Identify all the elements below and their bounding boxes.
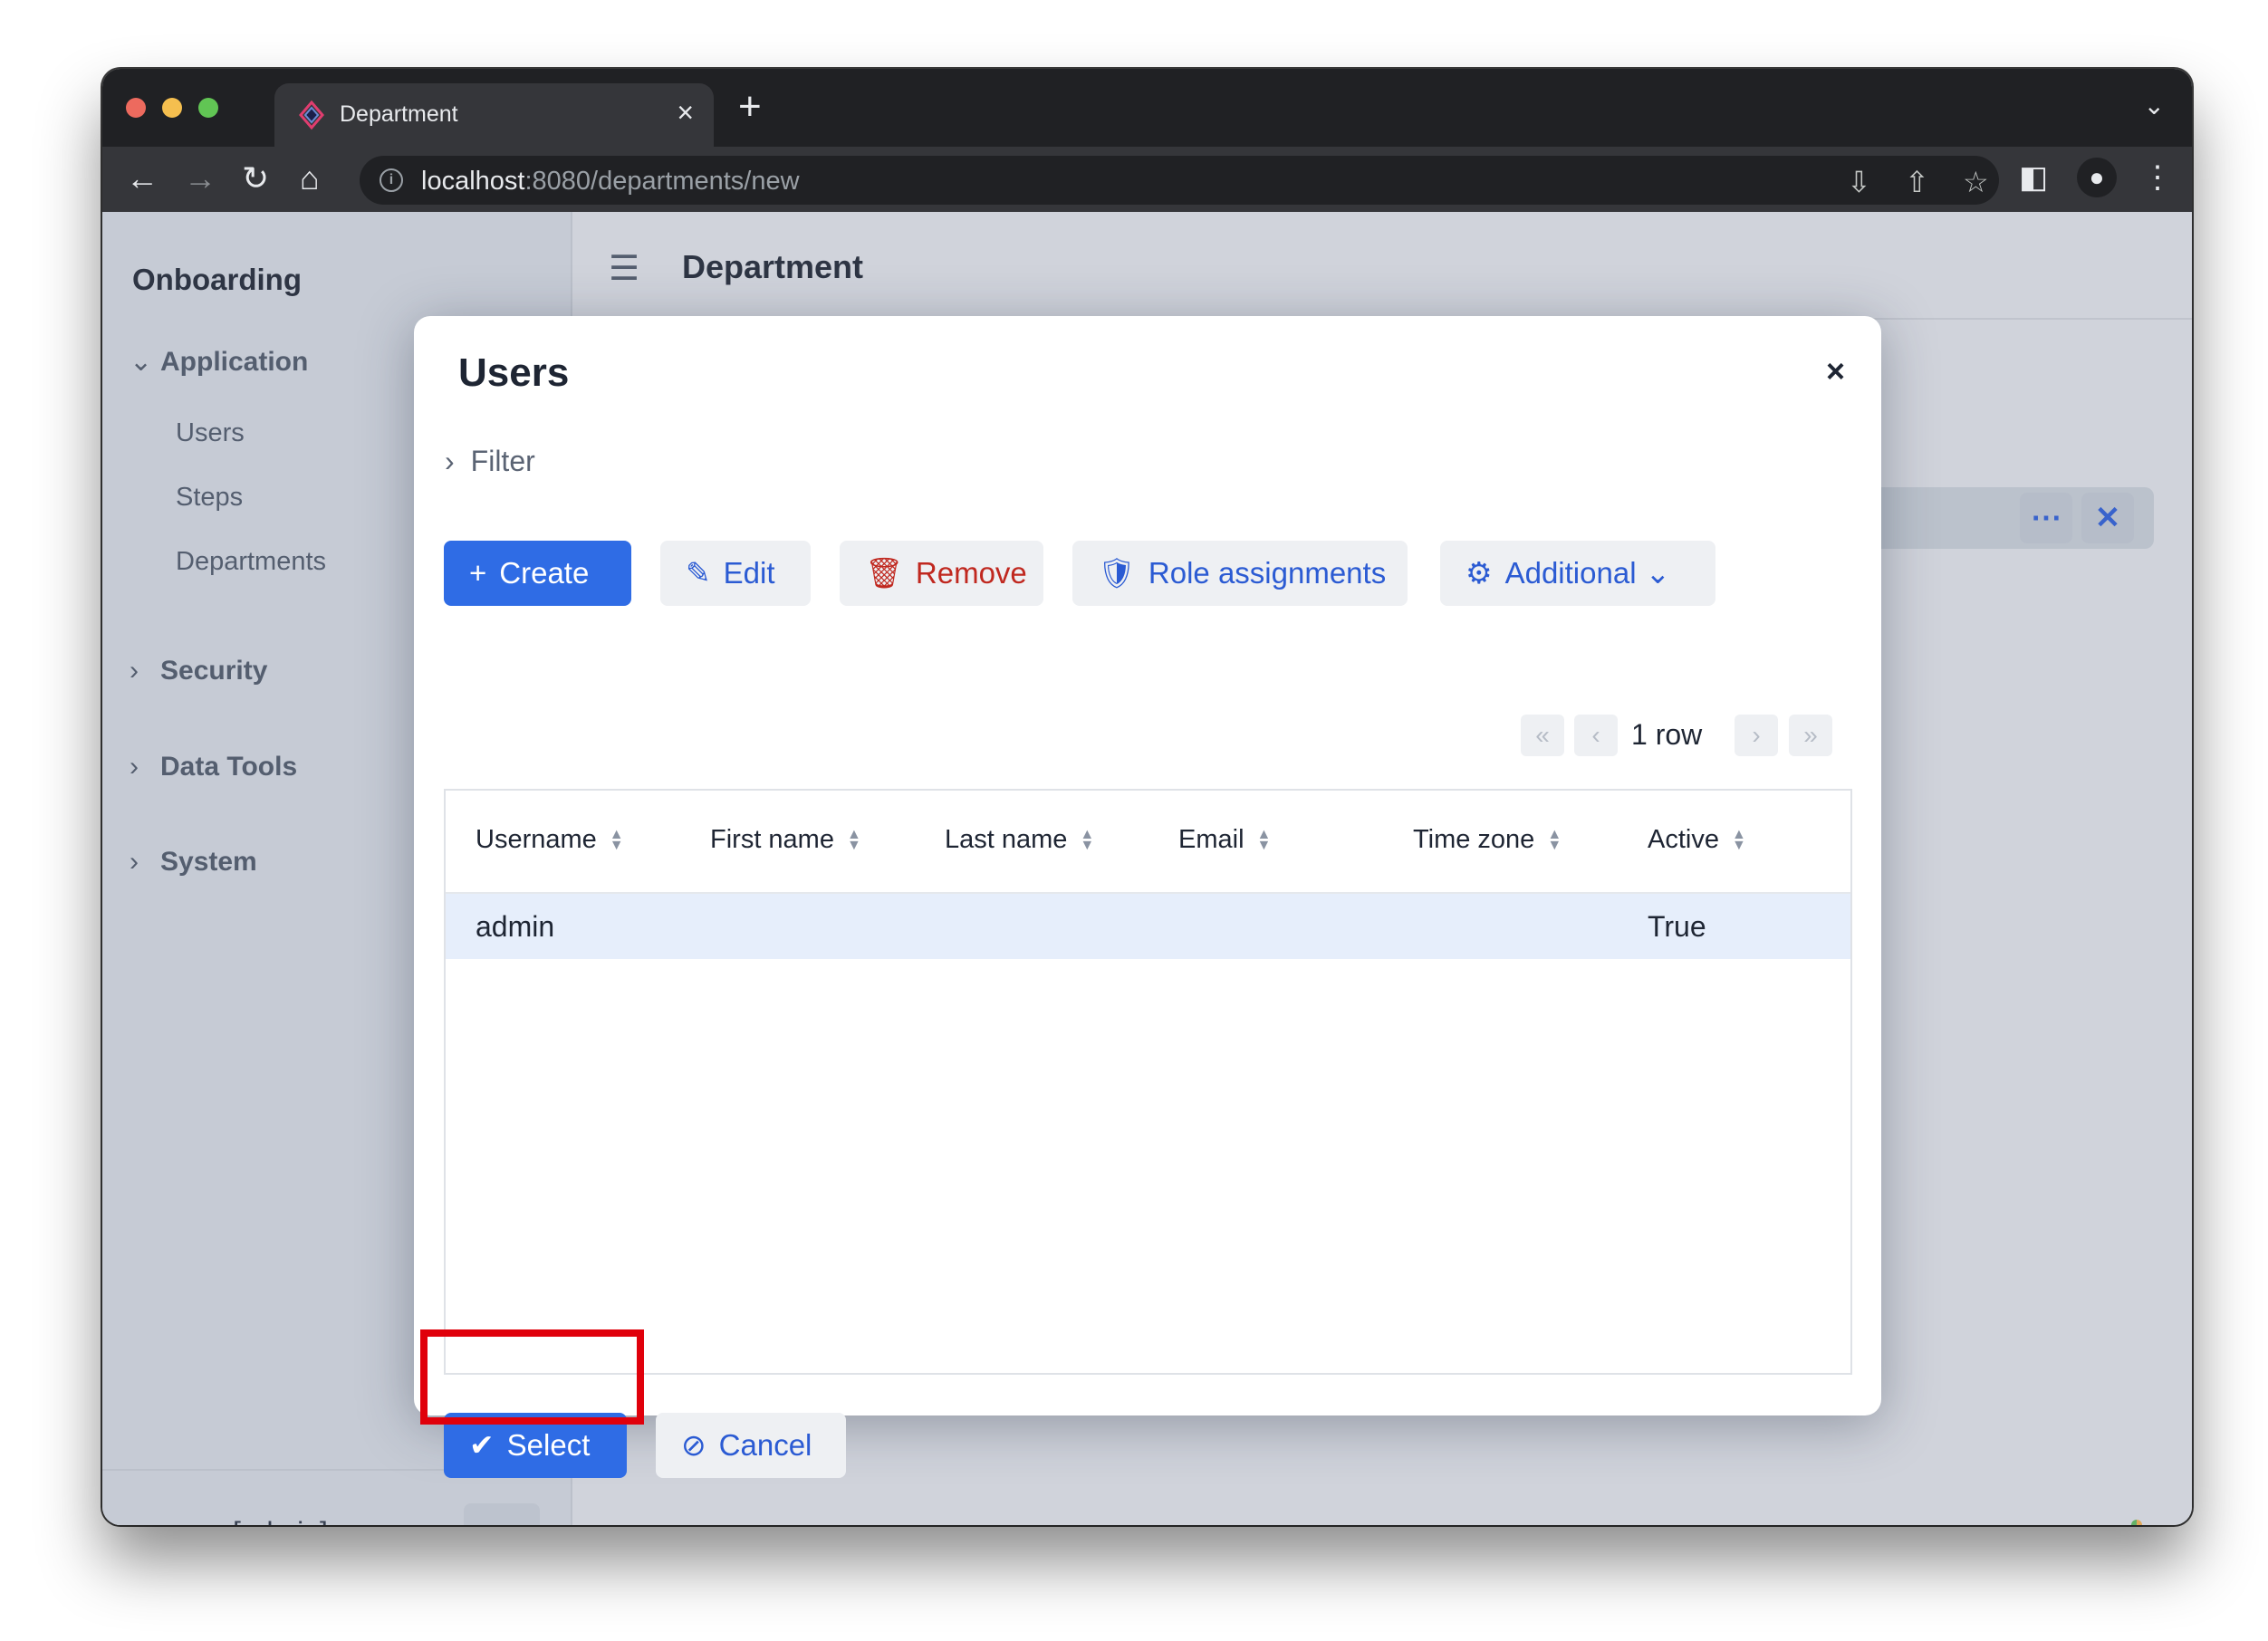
row-count-label: 1 row: [1631, 718, 1703, 751]
column-label: Active: [1648, 825, 1719, 854]
column-header-time-zone[interactable]: Time zone ▲ ▼: [1413, 825, 1562, 855]
forward-icon[interactable]: →: [184, 159, 216, 197]
users-dialog: Users × › Filter + Create ✎ Edit 🗑 Remove 🛡 R…: [414, 316, 1881, 1478]
create-label: Create: [499, 556, 590, 590]
column-header-first-name[interactable]: First name ▲ ▼: [710, 825, 861, 855]
menu-kebab-icon[interactable]: ⋮: [2142, 159, 2173, 196]
column-label: Email: [1178, 825, 1245, 854]
sort-icon[interactable]: ▲ ▼: [1257, 828, 1272, 853]
first-page-button[interactable]: «: [1521, 715, 1564, 756]
profile-icon[interactable]: ●: [2077, 158, 2117, 197]
install-icon[interactable]: ⇩: [1847, 165, 1871, 199]
cell-active: True: [1648, 910, 1706, 943]
browser-tab[interactable]: Department ×: [274, 83, 714, 147]
column-label: Time zone: [1413, 825, 1535, 854]
app-favicon-icon: [299, 100, 324, 130]
column-label: Username: [476, 825, 597, 854]
remove-label: Remove: [915, 556, 1027, 590]
sort-icon[interactable]: ▲ ▼: [610, 828, 624, 853]
reload-icon[interactable]: ↻: [242, 159, 269, 197]
home-icon[interactable]: ⌂: [300, 159, 320, 197]
shield-icon: 🛡: [1098, 556, 1136, 590]
share-icon[interactable]: ⇧: [1905, 165, 1929, 199]
trash-icon: 🗑: [865, 556, 903, 590]
chevron-right-icon: ›: [445, 445, 455, 477]
column-label: Last name: [945, 825, 1068, 854]
sort-icon[interactable]: ▲ ▼: [1080, 828, 1094, 853]
chevron-down-icon: ⌄: [1645, 556, 1671, 590]
checkmark-icon: ✔: [469, 1428, 495, 1462]
edit-button[interactable]: ✎ Edit: [660, 541, 811, 606]
sort-icon[interactable]: ▲ ▼: [1547, 828, 1562, 853]
plus-icon: +: [469, 556, 487, 590]
additional-dropdown-button[interactable]: ⚙ Additional ⌄: [1440, 541, 1715, 606]
table-row[interactable]: admin True: [446, 894, 1850, 959]
filter-toggle[interactable]: › Filter: [445, 445, 535, 478]
tab-list-chevron-icon[interactable]: ⌄: [2144, 91, 2165, 120]
role-assignments-label: Role assignments: [1148, 556, 1387, 590]
side-panel-icon[interactable]: ◧: [2019, 159, 2048, 196]
additional-label: Additional: [1504, 556, 1637, 590]
column-header-active[interactable]: Active ▲ ▼: [1648, 825, 1746, 855]
cancel-button[interactable]: ⊘ Cancel: [656, 1413, 846, 1478]
url-host: localhost: [421, 167, 525, 196]
select-label: Select: [506, 1428, 591, 1462]
url-input[interactable]: i localhost:8080/departments/new ⇩ ⇧ ☆: [360, 156, 1999, 205]
remove-button[interactable]: 🗑 Remove: [840, 541, 1043, 606]
tab-close-icon[interactable]: ×: [677, 96, 694, 130]
sort-icon[interactable]: ▲ ▼: [847, 828, 861, 853]
maximize-window-button[interactable]: [198, 98, 218, 118]
filter-label: Filter: [470, 445, 535, 477]
column-header-last-name[interactable]: Last name ▲ ▼: [945, 825, 1094, 855]
address-bar: ← → ↻ ⌂ i localhost:8080/departments/new…: [102, 147, 2192, 212]
url-path: :8080/departments/new: [524, 167, 800, 196]
browser-window: Department × + ⌄ ← → ↻ ⌂ i localhost:808…: [102, 69, 2192, 1525]
next-page-button[interactable]: ›: [1735, 715, 1778, 756]
sort-icon[interactable]: ▲ ▼: [1732, 828, 1746, 853]
ban-icon: ⊘: [681, 1428, 706, 1462]
tab-title: Department: [340, 101, 458, 127]
cancel-label: Cancel: [718, 1428, 812, 1462]
minimize-window-button[interactable]: [162, 98, 182, 118]
select-button-highlight: [420, 1329, 644, 1425]
cell-username: admin: [476, 910, 555, 943]
last-page-button[interactable]: »: [1789, 715, 1832, 756]
role-assignments-button[interactable]: 🛡 Role assignments: [1072, 541, 1408, 606]
close-icon[interactable]: ×: [1826, 352, 1845, 390]
dialog-title: Users: [458, 350, 570, 395]
tab-bar: Department × + ⌄: [102, 69, 2192, 147]
close-window-button[interactable]: [126, 98, 146, 118]
column-header-email[interactable]: Email ▲ ▼: [1178, 825, 1271, 855]
previous-page-button[interactable]: ‹: [1574, 715, 1618, 756]
info-icon[interactable]: i: [380, 168, 403, 192]
pencil-icon: ✎: [686, 556, 711, 590]
back-icon[interactable]: ←: [126, 159, 159, 197]
users-table: Username ▲ ▼ First name ▲ ▼ Last name ▲ ▼ Emai…: [444, 789, 1852, 1375]
edit-label: Edit: [723, 556, 775, 590]
column-label: First name: [710, 825, 834, 854]
create-button[interactable]: + Create: [444, 541, 631, 606]
column-header-username[interactable]: Username ▲ ▼: [476, 825, 624, 855]
gear-icon: ⚙: [1466, 556, 1493, 590]
bookmark-star-icon[interactable]: ☆: [1963, 165, 1989, 199]
table-header: Username ▲ ▼ First name ▲ ▼ Last name ▲ ▼ Emai…: [446, 791, 1850, 894]
new-tab-button[interactable]: +: [738, 87, 762, 127]
